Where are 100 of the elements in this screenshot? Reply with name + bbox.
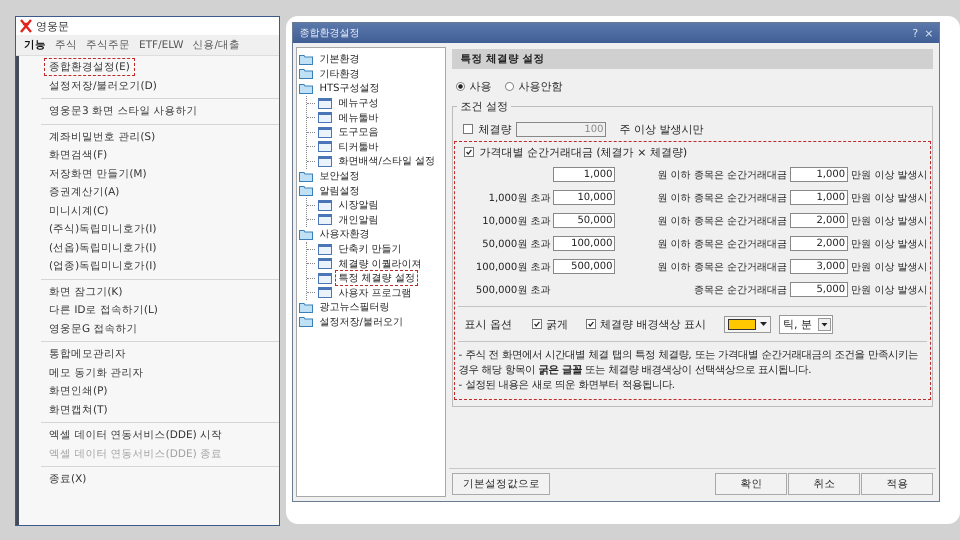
folder-icon bbox=[299, 302, 314, 313]
menu-item[interactable]: (업종)독립미니호가(I) bbox=[44, 257, 162, 276]
input-field[interactable]: 1,000 bbox=[790, 167, 848, 182]
menu-item[interactable]: (선옵)독립미니호가(I) bbox=[44, 238, 162, 257]
window-icon bbox=[318, 200, 332, 211]
window-icon bbox=[318, 214, 332, 226]
menu-item[interactable]: 계좌비밀번호 관리(S) bbox=[44, 128, 160, 146]
window-icon bbox=[318, 244, 332, 255]
menu-item[interactable]: 영웅문3 화면 스타일 사용하기 bbox=[44, 102, 203, 120]
tree-item[interactable]: HTS구성설정 bbox=[316, 80, 382, 96]
menu-item[interactable]: 화면인쇄(P) bbox=[44, 382, 113, 400]
input-field[interactable]: 1,000 bbox=[553, 167, 616, 182]
range-label: 10,000원 초과 bbox=[482, 214, 550, 228]
tree-item[interactable]: 단축키 만들기 bbox=[335, 241, 405, 258]
tree-item[interactable]: 도구모음 bbox=[335, 124, 382, 140]
checkbox-label: 체결량 배경색상 표시 bbox=[600, 316, 706, 332]
folder-icon bbox=[299, 68, 314, 80]
menu-item[interactable]: 미니시계(C) bbox=[44, 202, 114, 220]
radio-button[interactable] bbox=[456, 82, 466, 91]
menu-item[interactable]: 저장화면 만들기(M) bbox=[44, 164, 152, 183]
checkbox[interactable] bbox=[586, 319, 596, 329]
field-label: 원 이하 종목은 순간거래대금 bbox=[656, 214, 788, 228]
input-field[interactable]: 2,000 bbox=[790, 213, 848, 228]
menu-bar-item[interactable]: 주식 bbox=[55, 38, 77, 52]
menu-item[interactable]: 화면캡쳐(T) bbox=[44, 400, 113, 419]
field-label: 만원 이상 발생시 bbox=[851, 284, 928, 296]
checkbox[interactable] bbox=[463, 124, 474, 134]
tree-item[interactable]: 화면배색/스타일 설정 bbox=[335, 153, 438, 170]
input-field[interactable]: 50,000 bbox=[553, 213, 616, 228]
reset-button[interactable]: 기본설정값으로 bbox=[452, 473, 550, 495]
help-button[interactable]: ? bbox=[912, 26, 918, 40]
input-field[interactable]: 2,000 bbox=[790, 236, 848, 251]
dialog-button[interactable]: 확인 bbox=[715, 473, 788, 495]
tree-item[interactable]: 체결량 이퀄라이져 bbox=[335, 256, 425, 272]
tree-item[interactable]: 기본환경 bbox=[316, 51, 362, 68]
option-label: 표시 옵션 bbox=[464, 316, 512, 332]
folder-icon bbox=[299, 316, 314, 328]
checkbox[interactable] bbox=[464, 147, 474, 157]
tree-item[interactable]: 보안설정 bbox=[316, 168, 362, 184]
radio-label: 사용안함 bbox=[518, 79, 562, 94]
color-picker[interactable] bbox=[724, 316, 771, 332]
menu-item[interactable]: 종합환경설정(E) bbox=[44, 58, 135, 76]
menu-item[interactable]: 메모 동기화 관리자 bbox=[44, 364, 149, 382]
menu-item[interactable]: 종료(X) bbox=[44, 470, 92, 488]
unit-dropdown[interactable]: 틱, 분 bbox=[778, 314, 833, 334]
tree-item[interactable]: 광고뉴스필터링 bbox=[316, 299, 392, 316]
tree-item[interactable]: 알림설정 bbox=[316, 182, 362, 199]
field-label: 만원 이상 발생시 bbox=[851, 260, 928, 274]
menu-bar-item[interactable]: ETF/ELW bbox=[139, 39, 184, 51]
tree-item[interactable]: 설정저장/불러오기 bbox=[316, 314, 406, 330]
menu-item[interactable]: 화면검색(F) bbox=[44, 146, 112, 164]
window-icon bbox=[318, 141, 332, 152]
window-icon bbox=[318, 126, 332, 138]
tree-item[interactable]: 시장알림 bbox=[335, 197, 382, 214]
tree-item[interactable]: 티커툴바 bbox=[335, 138, 382, 155]
folder-icon bbox=[299, 185, 314, 196]
close-button[interactable]: × bbox=[924, 26, 934, 40]
radio-button[interactable] bbox=[505, 82, 514, 91]
note-text: - 설정된 내용은 새로 띄운 화면부터 적용됩니다. bbox=[458, 378, 676, 393]
menu-item[interactable]: 영웅문G 접속하기 bbox=[44, 320, 142, 338]
window-icon bbox=[318, 156, 332, 167]
field-label: 만원 이상 발생시 bbox=[851, 168, 928, 182]
range-label: 1,000원 초과 bbox=[488, 192, 550, 204]
input-field[interactable]: 100,000 bbox=[553, 236, 616, 251]
dialog-button[interactable]: 취소 bbox=[788, 473, 860, 495]
menu-item[interactable]: 다른 ID로 접속하기(L) bbox=[44, 301, 163, 320]
input-field[interactable]: 1,000 bbox=[790, 190, 848, 205]
menu-bar-item[interactable]: 주식주문 bbox=[86, 38, 130, 52]
menu-item[interactable]: 설정저장/불러오기(D) bbox=[44, 76, 162, 95]
window-icon bbox=[318, 258, 332, 270]
menu-item[interactable]: 화면 잠그기(K) bbox=[44, 282, 128, 301]
checkbox-label: 굵게 bbox=[546, 316, 568, 332]
menu-item[interactable]: 통합메모관리자 bbox=[44, 345, 131, 364]
tree-item[interactable]: 개인알림 bbox=[335, 212, 382, 228]
range-label: 100,000원 초과 bbox=[476, 260, 550, 274]
section-heading: 특정 체결량 설정 bbox=[452, 49, 934, 69]
input-field[interactable]: 5,000 bbox=[790, 282, 848, 297]
field-label: 만원 이상 발생시 bbox=[851, 214, 928, 228]
tree-item[interactable]: 메뉴구성 bbox=[335, 95, 382, 112]
input-field[interactable]: 3,000 bbox=[790, 259, 848, 274]
menu-bar-item[interactable]: 기능 bbox=[24, 38, 46, 52]
tree-item[interactable]: 사용자환경 bbox=[316, 226, 372, 242]
tree-item[interactable]: 특정 체결량 설정 bbox=[335, 270, 418, 286]
dialog-title: 종합환경설정 bbox=[299, 27, 360, 40]
menu-item[interactable]: 증권계산기(A) bbox=[44, 183, 124, 202]
tree-item[interactable]: 메뉴툴바 bbox=[335, 110, 382, 126]
folder-icon bbox=[299, 228, 314, 240]
tree-item[interactable]: 사용자 프로그램 bbox=[335, 284, 415, 301]
input-field[interactable]: 10,000 bbox=[553, 190, 616, 205]
menu-bar-item[interactable]: 신용/대출 bbox=[192, 38, 240, 52]
group-title: 조건 설정 bbox=[457, 99, 511, 114]
checkbox-label: 체결량 bbox=[478, 122, 512, 136]
dialog-button[interactable]: 적용 bbox=[861, 473, 934, 495]
tree-item[interactable]: 기타환경 bbox=[316, 66, 362, 82]
menu-item[interactable]: 엑셀 데이터 연동서비스(DDE) 시작 bbox=[44, 426, 228, 444]
input-field[interactable]: 500,000 bbox=[553, 259, 616, 274]
radio-label: 사용 bbox=[469, 79, 492, 94]
field-label: 만원 이상 발생시 bbox=[851, 238, 928, 250]
menu-item[interactable]: (주식)독립미니호가(I) bbox=[44, 220, 162, 238]
checkbox[interactable] bbox=[532, 319, 542, 329]
